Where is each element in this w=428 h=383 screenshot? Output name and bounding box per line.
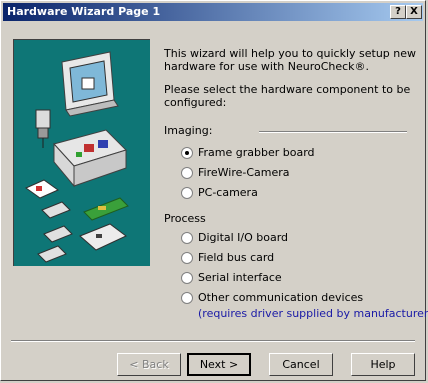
back-button[interactable]: < Back — [117, 353, 181, 376]
radio-digital-io-board[interactable] — [181, 232, 193, 244]
close-title-button[interactable]: X — [406, 5, 422, 19]
option-firewire-camera-label[interactable]: FireWire-Camera — [198, 166, 290, 179]
title-bar[interactable]: Hardware Wizard Page 1 ? X — [3, 3, 423, 21]
wizard-window: Hardware Wizard Page 1 ? X This wizard w… — [0, 0, 428, 381]
option-digital-io-label[interactable]: Digital I/O board — [198, 231, 288, 244]
radio-pc-camera[interactable] — [181, 187, 193, 199]
option-serial-interface-label[interactable]: Serial interface — [198, 271, 282, 284]
radio-frame-grabber[interactable] — [181, 147, 193, 159]
select-prompt-line1: Please select the hardware component to … — [164, 83, 411, 96]
radio-other-devices[interactable] — [181, 292, 193, 304]
option-pc-camera-label[interactable]: PC-camera — [198, 186, 258, 199]
cancel-button[interactable]: Cancel — [269, 353, 333, 376]
imaging-group-header: Imaging: — [164, 124, 213, 137]
imaging-divider — [259, 131, 407, 133]
option-frame-grabber-label[interactable]: Frame grabber board — [198, 146, 315, 159]
help-button[interactable]: Help — [351, 353, 415, 376]
wizard-illustration — [13, 39, 150, 266]
radio-firewire-camera[interactable] — [181, 167, 193, 179]
hardware-illustration-icon — [24, 51, 129, 263]
help-title-button[interactable]: ? — [390, 5, 406, 19]
process-group-header: Process — [164, 212, 206, 225]
driver-note: (requires driver supplied by manufacture… — [198, 307, 428, 320]
option-field-bus-label[interactable]: Field bus card — [198, 251, 274, 264]
option-other-devices-label[interactable]: Other communication devices — [198, 291, 363, 304]
intro-text-line2: hardware for use with NeuroCheck®. — [164, 60, 370, 73]
intro-text-line1: This wizard will help you to quickly set… — [164, 47, 417, 60]
next-button[interactable]: Next > — [187, 353, 251, 376]
select-prompt-line2: configured: — [164, 96, 227, 109]
radio-serial-interface[interactable] — [181, 272, 193, 284]
button-area-divider — [11, 340, 415, 342]
radio-field-bus-card[interactable] — [181, 252, 193, 264]
window-title: Hardware Wizard Page 1 — [7, 5, 161, 18]
